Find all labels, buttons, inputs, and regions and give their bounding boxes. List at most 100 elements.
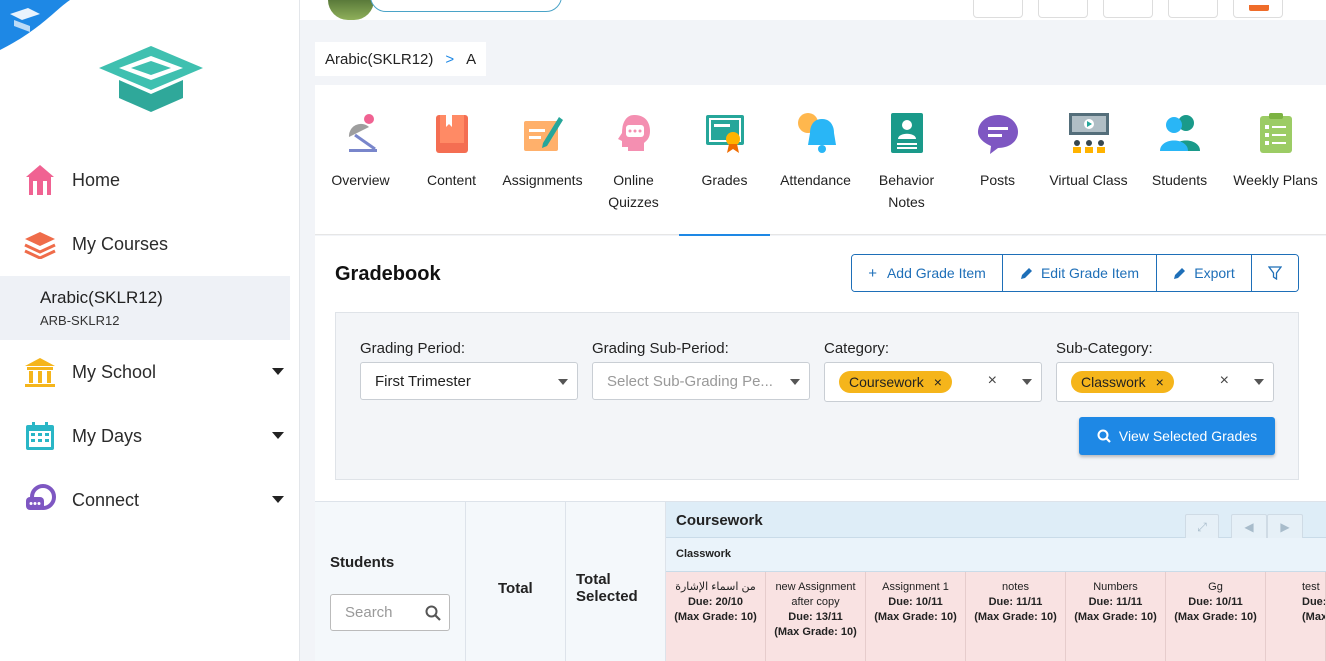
header-button[interactable] <box>1103 0 1153 18</box>
grade-item-max: (Max Gr <box>1302 611 1326 623</box>
tab-online-quizzes[interactable]: Online Quizzes <box>588 85 679 235</box>
header-button[interactable] <box>1038 0 1088 18</box>
chip-remove-icon[interactable]: × <box>934 374 942 390</box>
grade-item-max: (Max Grade: 10) <box>674 611 757 623</box>
weekly-plans-icon <box>1260 113 1292 153</box>
category-select[interactable]: Coursework × × <box>824 362 1042 402</box>
total-selected-column: Total Selected <box>566 502 666 661</box>
export-button[interactable]: Export <box>1157 255 1252 291</box>
category-header: Coursework <box>666 502 1326 538</box>
nav-my-courses[interactable]: My Courses <box>0 216 290 272</box>
grade-item-name: Numbers <box>1093 581 1138 593</box>
grade-item-name: Assignment 1 <box>882 581 949 593</box>
pencil-icon <box>1020 267 1032 279</box>
tab-weekly-plans-label: Weekly Plans <box>1233 172 1318 188</box>
total-column: Total <box>466 502 566 661</box>
category-chip[interactable]: Coursework × <box>839 371 952 393</box>
total-selected-header: Total Selected <box>576 571 638 605</box>
scroll-right-button[interactable]: ▶ <box>1267 514 1303 540</box>
sidebar: Home My Courses Arabic(SKLR12) ARB-SKLR1… <box>0 0 300 661</box>
selected-course[interactable]: Arabic(SKLR12) ARB-SKLR12 <box>0 276 290 340</box>
grade-item-header[interactable]: Numbers Due: 11/11 (Max Grade: 10) <box>1066 572 1166 661</box>
calendar-icon <box>22 418 58 454</box>
nav-my-school[interactable]: My School <box>0 344 290 400</box>
nav-my-days[interactable]: My Days <box>0 408 290 464</box>
grade-item-max: (Max Grade: 10) <box>974 611 1057 623</box>
grade-item-due: Due: 13/11 <box>788 611 843 623</box>
breadcrumb: Arabic(SKLR12) > A <box>315 42 487 76</box>
tab-behavior-notes-label: Behavior Notes <box>878 172 935 210</box>
grade-item-due: Due: 11/11 <box>988 596 1043 608</box>
gradebook-panel: Gradebook + Add Grade Item Edit Grade It… <box>315 236 1326 501</box>
expand-icon[interactable]: ⤢ <box>1185 514 1219 540</box>
header-button[interactable] <box>1168 0 1218 18</box>
tab-attendance-label: Attendance <box>780 172 851 188</box>
nav-home[interactable]: Home <box>0 152 290 208</box>
tab-virtual-class-label: Virtual Class <box>1049 172 1128 188</box>
grade-item-header[interactable]: new Assignment after copy Due: 13/11 (Ma… <box>766 572 866 661</box>
chip-remove-icon[interactable]: × <box>1156 374 1164 390</box>
tab-grades[interactable]: Grades <box>679 85 770 237</box>
search-icon <box>1097 429 1111 443</box>
corner-logo-badge[interactable] <box>0 0 70 60</box>
tab-students[interactable]: Students <box>1134 85 1225 235</box>
tab-content[interactable]: Content <box>406 85 497 235</box>
tab-attendance[interactable]: Attendance <box>770 85 861 235</box>
grading-sub-period-select[interactable]: Select Sub-Grading Pe... <box>592 362 810 400</box>
grade-item-header[interactable]: test Due: 1 (Max Gr <box>1266 572 1326 661</box>
grading-period-select[interactable]: First Trimester <box>360 362 578 400</box>
header-button[interactable] <box>1233 0 1283 18</box>
gradebook-actions: + Add Grade Item Edit Grade Item Export <box>851 254 1299 292</box>
student-search-input[interactable]: Search <box>330 594 450 631</box>
grade-item-header[interactable]: من اسماء الإشارة Due: 20/10 (Max Grade: … <box>666 572 766 661</box>
grade-item-max: (Max Grade: 10) <box>1074 611 1157 623</box>
posts-icon <box>978 115 1018 154</box>
tab-weekly-plans[interactable]: Weekly Plans <box>1225 85 1326 235</box>
nav-home-label: Home <box>72 169 121 190</box>
grade-item-header[interactable]: notes Due: 11/11 (Max Grade: 10) <box>966 572 1066 661</box>
gradebook-title: Gradebook <box>335 263 441 285</box>
header-button[interactable] <box>973 0 1023 18</box>
tab-behavior-notes[interactable]: Behavior Notes <box>861 85 952 235</box>
chevron-down-icon[interactable] <box>272 496 284 503</box>
tab-overview[interactable]: Overview <box>315 85 406 235</box>
grades-grid: Students Search Total Total Selected Cou… <box>315 501 1326 661</box>
filter-button[interactable] <box>1252 255 1298 291</box>
view-selected-grades-button[interactable]: View Selected Grades <box>1079 417 1275 455</box>
header-search-input[interactable] <box>370 0 562 12</box>
clear-icon[interactable]: × <box>988 372 997 390</box>
breadcrumb-section[interactable]: A <box>466 51 476 68</box>
sub-category-select[interactable]: Classwork × × <box>1056 362 1274 402</box>
chevron-down-icon[interactable] <box>272 432 284 439</box>
add-grade-item-button[interactable]: + Add Grade Item <box>852 255 1003 291</box>
grade-item-name: test <box>1302 581 1320 593</box>
breadcrumb-course[interactable]: Arabic(SKLR12) <box>325 51 433 68</box>
clear-icon[interactable]: × <box>1220 372 1229 390</box>
grade-item-header[interactable]: Gg Due: 10/11 (Max Grade: 10) <box>1166 572 1266 661</box>
edit-grade-item-button[interactable]: Edit Grade Item <box>1003 255 1157 291</box>
certificate-icon <box>706 115 744 153</box>
school-logo[interactable] <box>95 42 207 114</box>
grade-item-name: من اسماء الإشارة <box>675 581 756 593</box>
breadcrumb-separator: > <box>445 51 455 68</box>
school-icon <box>22 354 58 390</box>
tab-posts[interactable]: Posts <box>952 85 1043 235</box>
total-header: Total <box>498 580 533 597</box>
chevron-down-icon <box>1254 379 1264 385</box>
nav-connect[interactable]: Connect <box>0 472 290 528</box>
tab-posts-label: Posts <box>979 172 1015 188</box>
header-badge <box>1249 5 1269 11</box>
tab-students-label: Students <box>1151 172 1208 188</box>
scroll-left-button[interactable]: ◀ <box>1231 514 1267 540</box>
chevron-down-icon[interactable] <box>272 368 284 375</box>
nav-my-courses-label: My Courses <box>72 233 169 254</box>
grade-item-due: Due: 11/11 <box>1088 596 1143 608</box>
grade-item-header[interactable]: Assignment 1 Due: 10/11 (Max Grade: 10) <box>866 572 966 661</box>
tab-virtual-class[interactable]: Virtual Class <box>1043 85 1134 235</box>
tab-overview-label: Overview <box>331 172 390 188</box>
course-tabs: Overview Content Assignments Online Quiz… <box>315 85 1326 237</box>
tab-grades-label: Grades <box>701 172 748 188</box>
tab-content-label: Content <box>426 172 477 188</box>
sub-category-chip[interactable]: Classwork × <box>1071 371 1174 393</box>
tab-assignments[interactable]: Assignments <box>497 85 588 235</box>
